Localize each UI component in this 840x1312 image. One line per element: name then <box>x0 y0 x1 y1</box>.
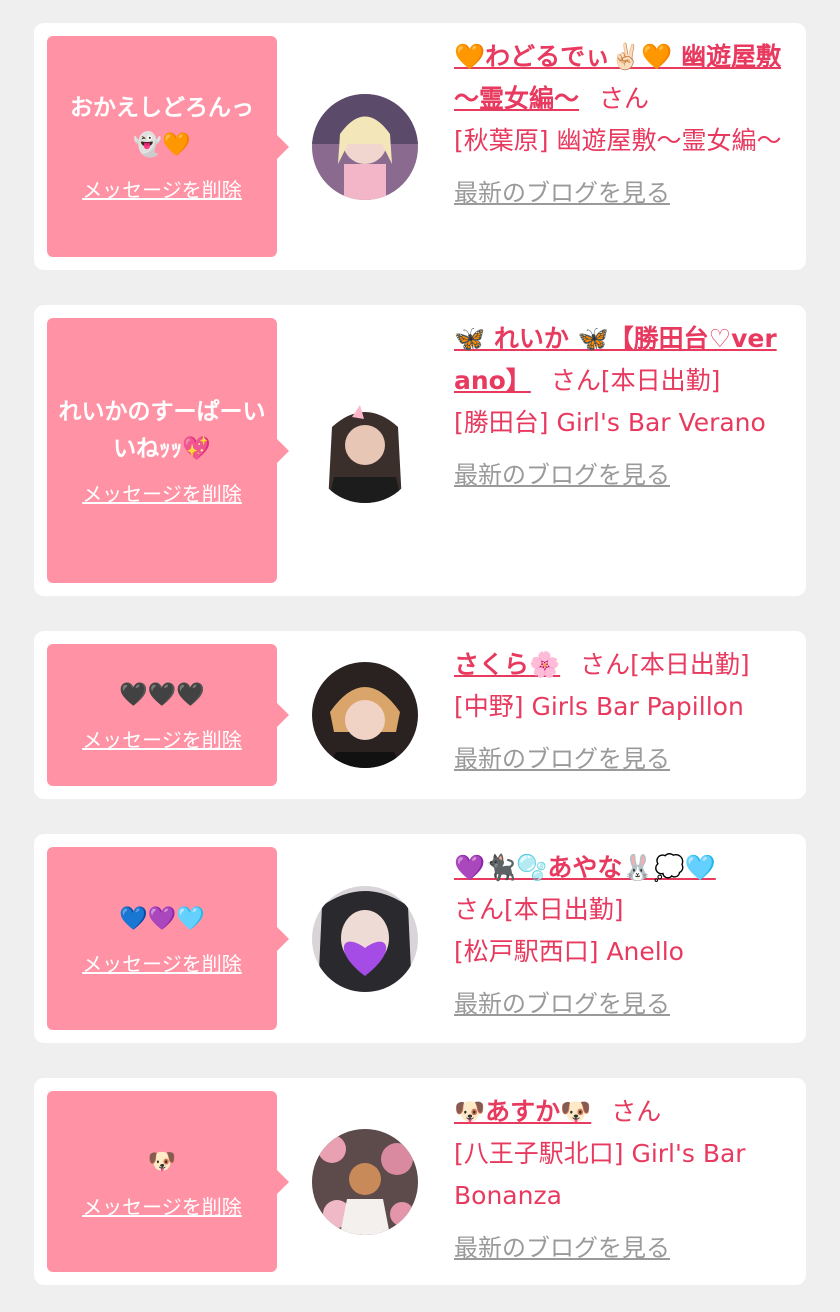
shop-label: [中野] Girls Bar Papillon <box>454 692 744 721</box>
delete-message-link[interactable]: メッセージを削除 <box>82 1191 242 1220</box>
sender-info: 🧡わどるでぃ✌🏻🧡 幽遊屋敷 〜霊女編〜 さん [秋葉原] 幽遊屋敷〜霊女編〜 最… <box>454 36 788 214</box>
latest-blog-link[interactable]: 最新のブログを見る <box>454 172 670 214</box>
message-text: 🖤🖤🖤 <box>119 682 205 708</box>
message-text: 💙💜🩵 <box>119 905 205 932</box>
delete-message-link[interactable]: メッセージを削除 <box>82 724 242 753</box>
avatar[interactable] <box>312 662 418 768</box>
latest-blog-link[interactable]: 最新のブログを見る <box>454 738 670 780</box>
sender-name-link[interactable]: 💜🐈‍⬛🫧あやな🐰💭🩵 <box>454 853 716 882</box>
latest-blog-link[interactable]: 最新のブログを見る <box>454 983 670 1025</box>
message-bubble: おかえしどろんっ👻🧡 メッセージを削除 <box>47 36 289 257</box>
avatar[interactable] <box>312 886 418 992</box>
message-text: 🐶 <box>147 1148 177 1175</box>
message-text: れいかのすーぱーいいねｯｯ💖 <box>58 399 266 462</box>
delete-message-link[interactable]: メッセージを削除 <box>82 478 242 507</box>
delete-message-link[interactable]: メッセージを削除 <box>82 948 242 977</box>
message-card: れいかのすーぱーいいねｯｯ💖 メッセージを削除 🦋 れいか 🦋【勝田台♡vera… <box>34 305 806 596</box>
sender-info: 🦋 れいか 🦋【勝田台♡verano】 さん[本日出勤] [勝田台] Girl's… <box>454 318 788 496</box>
message-card: おかえしどろんっ👻🧡 メッセージを削除 🧡わどるでぃ✌🏻🧡 幽遊屋敷 〜霊女編〜… <box>34 23 806 270</box>
avatar[interactable] <box>312 397 418 503</box>
message-text: おかえしどろんっ👻🧡 <box>70 95 254 158</box>
delete-message-link[interactable]: メッセージを削除 <box>82 174 242 203</box>
san-suffix: さん[本日出勤] <box>550 366 721 395</box>
san-suffix: さん <box>611 1097 662 1126</box>
latest-blog-link[interactable]: 最新のブログを見る <box>454 454 670 496</box>
message-bubble: 🐶 メッセージを削除 <box>47 1091 289 1272</box>
sender-info: さくら🌸 さん[本日出勤] [中野] Girls Bar Papillon 最新の… <box>454 644 788 780</box>
avatar[interactable] <box>312 94 418 200</box>
message-card: 🐶 メッセージを削除 🐶あすか🐶 さん [八王子駅北口] Girl's Bar B… <box>34 1078 806 1285</box>
avatar[interactable] <box>312 1129 418 1235</box>
message-card: 🖤🖤🖤 メッセージを削除 さくら🌸 さん[本日出勤] [中野] Girls Bar… <box>34 631 806 799</box>
shop-label: [勝田台] Girl's Bar Verano <box>454 408 766 437</box>
sender-info: 🐶あすか🐶 さん [八王子駅北口] Girl's Bar Bonanza 最新のブ… <box>454 1091 788 1269</box>
sender-name-link[interactable]: さくら🌸 <box>454 650 560 679</box>
san-suffix: さん[本日出勤] <box>580 650 750 679</box>
san-suffix: さん[本日出勤] <box>454 895 624 924</box>
message-bubble: れいかのすーぱーいいねｯｯ💖 メッセージを削除 <box>47 318 289 583</box>
message-bubble: 🖤🖤🖤 メッセージを削除 <box>47 644 289 786</box>
message-list: おかえしどろんっ👻🧡 メッセージを削除 🧡わどるでぃ✌🏻🧡 幽遊屋敷 〜霊女編〜… <box>0 0 840 1312</box>
shop-label: [秋葉原] 幽遊屋敷〜霊女編〜 <box>454 126 782 155</box>
message-bubble: 💙💜🩵 メッセージを削除 <box>47 847 289 1030</box>
sender-info: 💜🐈‍⬛🫧あやな🐰💭🩵 さん[本日出勤] [松戸駅西口] Anello 最新のブ… <box>454 847 788 1025</box>
sender-name-link[interactable]: 🐶あすか🐶 <box>454 1097 591 1126</box>
message-card: 💙💜🩵 メッセージを削除 💜🐈‍⬛🫧あやな🐰💭🩵 さん[本日出勤] [松戸駅西口… <box>34 834 806 1043</box>
san-suffix: さん <box>599 84 650 113</box>
shop-label: [八王子駅北口] Girl's Bar Bonanza <box>454 1139 746 1210</box>
latest-blog-link[interactable]: 最新のブログを見る <box>454 1227 670 1269</box>
shop-label: [松戸駅西口] Anello <box>454 937 684 966</box>
